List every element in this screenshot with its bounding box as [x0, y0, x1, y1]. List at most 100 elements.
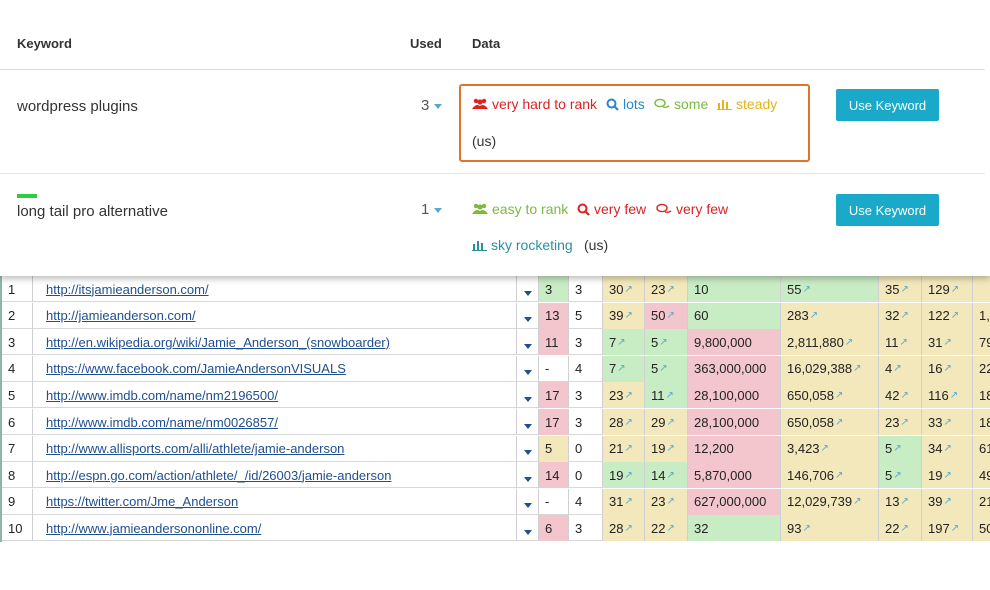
trend-arrow-icon: ↗: [835, 469, 844, 481]
result-url-link[interactable]: http://itsjamieanderson.com/: [46, 282, 209, 297]
caret-down-icon: [523, 370, 532, 376]
cell-d: 5 ↗: [645, 355, 688, 382]
row-dropdown[interactable]: [517, 382, 539, 409]
cell-value: 6: [8, 414, 16, 430]
difficulty-metric: very hard to rank: [472, 96, 597, 112]
caret-down-icon: [434, 207, 443, 213]
use-keyword-button[interactable]: Use Keyword: [836, 194, 939, 226]
cell-value: 2,811,880: [787, 334, 844, 350]
search-icon: [606, 98, 619, 111]
table-row: 9 https://twitter.com/Jme_Anderson -4 31 ↗ 23…: [2, 488, 990, 515]
caret-down-icon: [523, 529, 532, 535]
trend-arrow-icon: ↗: [900, 416, 909, 428]
cell-value: 32: [694, 520, 709, 536]
cell-value: 13: [885, 494, 900, 510]
used-count-dropdown[interactable]: 1: [421, 201, 443, 218]
result-url-link[interactable]: http://www.jamieandersononline.com/: [46, 521, 261, 536]
result-url-link[interactable]: http://espn.go.com/action/athlete/_/id/2…: [46, 468, 391, 483]
table-row: 7 http://www.allisports.com/alli/athlete/…: [2, 435, 990, 462]
row-dropdown[interactable]: [517, 329, 539, 356]
cell-value: 3: [575, 387, 583, 403]
header-keyword: Keyword: [17, 36, 72, 51]
row-dropdown[interactable]: [517, 276, 539, 302]
row-dropdown[interactable]: [517, 515, 539, 542]
cell-n: 4: [2, 355, 33, 382]
cell-b: 4: [569, 355, 603, 382]
cell-value: 3: [575, 281, 583, 297]
cell-f: 650,058 ↗: [781, 409, 879, 435]
keyword-data-highlight: very hard to rank lots some steady (us): [459, 84, 810, 162]
cell-value: 7: [8, 441, 16, 457]
cell-e: 627,000,000: [688, 488, 781, 515]
trend-arrow-icon: ↗: [950, 283, 960, 295]
use-keyword-button[interactable]: Use Keyword: [836, 89, 939, 121]
result-url-link[interactable]: http://www.imdb.com/name/nm0026857/: [46, 415, 278, 430]
row-dropdown[interactable]: [517, 302, 539, 329]
result-url-link[interactable]: http://www.imdb.com/name/nm2196500/: [46, 388, 278, 403]
table-row: 10 http://www.jamieandersononline.com/6 3 2…: [2, 515, 990, 542]
cell-f: 16,029,388 ↗: [781, 355, 879, 382]
region-label: (us): [472, 133, 497, 149]
cell-value: 19: [609, 467, 624, 483]
cell-i: 22: [973, 355, 990, 382]
cell-value: 122: [928, 308, 950, 324]
used-count-value: 1: [421, 201, 430, 218]
cell-d: 29 ↗: [645, 409, 688, 435]
cell-g: 32 ↗: [879, 302, 922, 329]
cell-value: 4: [575, 361, 583, 377]
cell-n: 5: [2, 382, 33, 409]
cell-value: 5: [651, 361, 659, 377]
cell-b: 3: [569, 515, 603, 542]
cell-value: 30: [609, 281, 624, 297]
result-url-cell: http://www.imdb.com/name/nm0026857/: [33, 409, 517, 435]
cell-i: 21: [973, 488, 990, 515]
result-url-link[interactable]: http://en.wikipedia.org/wiki/Jamie_Ander…: [46, 335, 390, 350]
cell-value: 31: [928, 334, 943, 350]
result-url-link[interactable]: http://www.allisports.com/alli/athlete/j…: [46, 441, 344, 456]
cell-value: 93: [787, 520, 802, 536]
cell-value: 5: [8, 387, 16, 403]
cell-g: 5 ↗: [879, 435, 922, 462]
cell-value: 22: [885, 520, 900, 536]
cell-f: 146,706 ↗: [781, 462, 879, 489]
result-url-link[interactable]: https://twitter.com/Jme_Anderson: [46, 494, 238, 509]
result-url-cell: http://itsjamieanderson.com/: [33, 276, 517, 302]
trend-arrow-icon: ↗: [820, 443, 829, 455]
cell-n: 3: [2, 329, 33, 356]
caret-down-icon: [434, 103, 443, 109]
trend-arrow-icon: ↗: [835, 416, 844, 428]
cell-a: -: [539, 355, 569, 382]
result-url-link[interactable]: http://jamieanderson.com/: [46, 308, 196, 323]
caret-down-icon: [523, 290, 532, 296]
row-dropdown[interactable]: [517, 462, 539, 489]
cell-value: 22: [979, 361, 990, 377]
row-dropdown[interactable]: [517, 488, 539, 515]
trend-arrow-icon: ↗: [665, 389, 674, 401]
cell-i: 61: [973, 435, 990, 462]
row-dropdown[interactable]: [517, 435, 539, 462]
table-row: 6 http://www.imdb.com/name/nm0026857/17 3 2…: [2, 409, 990, 435]
cell-value: 0: [575, 441, 583, 457]
result-url-cell: https://twitter.com/Jme_Anderson: [33, 488, 517, 515]
cell-value: 8: [8, 467, 16, 483]
cell-a: 6: [539, 515, 569, 542]
result-url-cell: http://www.imdb.com/name/nm2196500/: [33, 382, 517, 409]
result-url-link[interactable]: https://www.facebook.com/JamieAndersonVI…: [46, 361, 346, 376]
used-count-dropdown[interactable]: 3: [421, 97, 443, 114]
cell-e: 28,100,000: [688, 382, 781, 409]
cell-b: 0: [569, 435, 603, 462]
row-dropdown[interactable]: [517, 355, 539, 382]
caret-down-icon: [523, 476, 532, 482]
cell-value: 9,800,000: [694, 334, 752, 350]
cell-e: 32: [688, 515, 781, 542]
cell-i: 1,: [973, 302, 990, 329]
row-dropdown[interactable]: [517, 409, 539, 435]
trend-arrow-icon: ↗: [950, 310, 960, 322]
cell-value: 35: [885, 281, 900, 297]
trend-arrow-icon: ↗: [900, 389, 909, 401]
trend-arrow-icon: ↗: [943, 416, 952, 428]
cell-d: 23 ↗: [645, 276, 688, 302]
cell-value: 23: [609, 387, 624, 403]
cell-c: 19 ↗: [603, 462, 645, 489]
trend-arrow-icon: ↗: [943, 363, 952, 375]
